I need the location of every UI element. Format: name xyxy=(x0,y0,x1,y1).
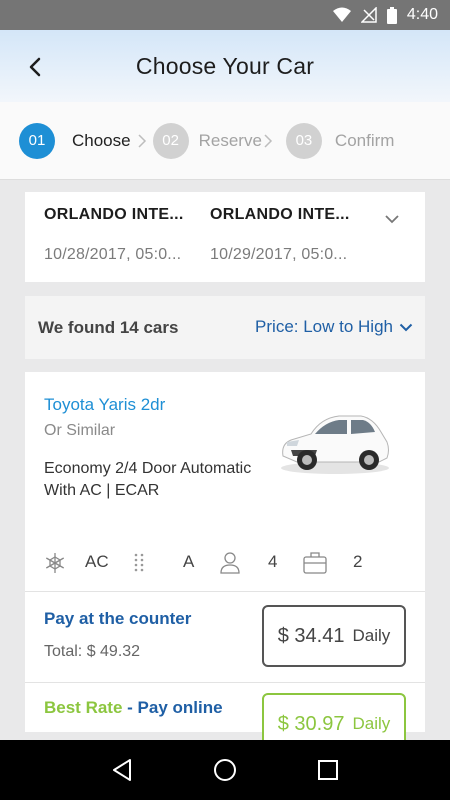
step-reserve: 02 Reserve xyxy=(152,122,262,159)
results-count: We found 14 cars xyxy=(38,318,179,337)
car-similar: Or Similar xyxy=(44,422,116,439)
car-name[interactable]: Toyota Yaris 2dr xyxy=(44,395,165,415)
pay-online-label: Pay online xyxy=(137,698,223,717)
feature-passengers: 4 xyxy=(268,552,278,571)
step-confirm: 03 Confirm xyxy=(285,122,395,159)
car-result-card[interactable]: Toyota Yaris 2dr Or Similar Economy 2/4 … xyxy=(25,372,425,755)
dropoff-location: ORLANDO INTE... xyxy=(210,206,350,223)
snowflake-icon xyxy=(45,553,65,573)
step-choose: 01 Choose xyxy=(19,122,131,159)
pay-online-title: Best Rate - Pay online xyxy=(44,698,223,718)
status-time: 4:40 xyxy=(406,6,438,23)
transmission-icon xyxy=(134,553,144,572)
car-image xyxy=(281,415,389,474)
chevron-right-icon xyxy=(138,133,146,148)
expand-locations-button[interactable] xyxy=(379,206,405,232)
best-rate-label: Best Rate xyxy=(44,698,123,717)
system-nav-bar xyxy=(0,740,450,800)
sort-dropdown[interactable]: Price: Low to High xyxy=(255,317,413,337)
best-rate-separator: - xyxy=(122,698,138,717)
square-recents-icon xyxy=(318,760,339,780)
divider xyxy=(25,682,425,683)
nav-home-button[interactable] xyxy=(205,750,245,790)
page-title: Choose Your Car xyxy=(135,52,315,79)
feature-bags: 2 xyxy=(353,552,363,571)
step-number: 02 xyxy=(152,122,189,159)
feature-transmission: A xyxy=(183,552,195,571)
chevron-down-icon xyxy=(399,323,413,331)
person-icon xyxy=(220,552,240,574)
progress-steps: 01 Choose 02 Reserve 03 Confirm xyxy=(0,102,450,180)
app-bar: Choose Your Car xyxy=(0,30,450,102)
results-bar: We found 14 cars Price: Low to High xyxy=(25,296,425,359)
price-unit: Daily xyxy=(352,626,391,645)
pay-counter-price-button[interactable]: $ 34.41 Daily xyxy=(262,605,406,667)
status-bar: 4:40 xyxy=(0,0,450,30)
price-unit: Daily xyxy=(352,714,391,733)
step-label: Choose xyxy=(72,130,131,150)
step-label: Confirm xyxy=(334,130,395,150)
dropoff-date: 10/29/2017, 05:0... xyxy=(210,246,348,263)
chevron-right-icon xyxy=(264,133,272,148)
triangle-back-icon xyxy=(112,759,131,781)
signal-icon xyxy=(360,7,377,23)
step-label: Reserve xyxy=(198,130,262,150)
sort-label: Price: Low to High xyxy=(255,317,393,336)
feature-ac: AC xyxy=(85,552,109,571)
pickup-location: ORLANDO INTE... xyxy=(44,206,184,223)
location-summary-card[interactable]: ORLANDO INTE... 10/28/2017, 05:0... ORLA… xyxy=(25,192,425,282)
nav-back-button[interactable] xyxy=(102,750,142,790)
price-amount: $ 30.97 xyxy=(277,712,345,735)
battery-icon xyxy=(386,6,397,24)
chevron-down-icon xyxy=(385,215,399,224)
suitcase-icon xyxy=(303,552,327,574)
step-number: 03 xyxy=(285,122,322,159)
wifi-icon xyxy=(332,7,351,23)
car-features: AC A 4 2 xyxy=(44,552,404,574)
back-arrow-icon xyxy=(29,57,41,77)
nav-recents-button[interactable] xyxy=(308,750,348,790)
divider xyxy=(25,591,425,592)
step-number: 01 xyxy=(19,122,55,159)
circle-home-icon xyxy=(213,759,236,781)
pay-counter-title: Pay at the counter xyxy=(44,609,192,628)
pay-counter-total: Total: $ 49.32 xyxy=(44,643,141,660)
car-description: Economy 2/4 Door Automatic With AC | ECA… xyxy=(44,460,252,499)
back-button[interactable] xyxy=(18,50,52,84)
pickup-date: 10/28/2017, 05:0... xyxy=(44,246,182,263)
price-amount: $ 34.41 xyxy=(277,624,345,647)
